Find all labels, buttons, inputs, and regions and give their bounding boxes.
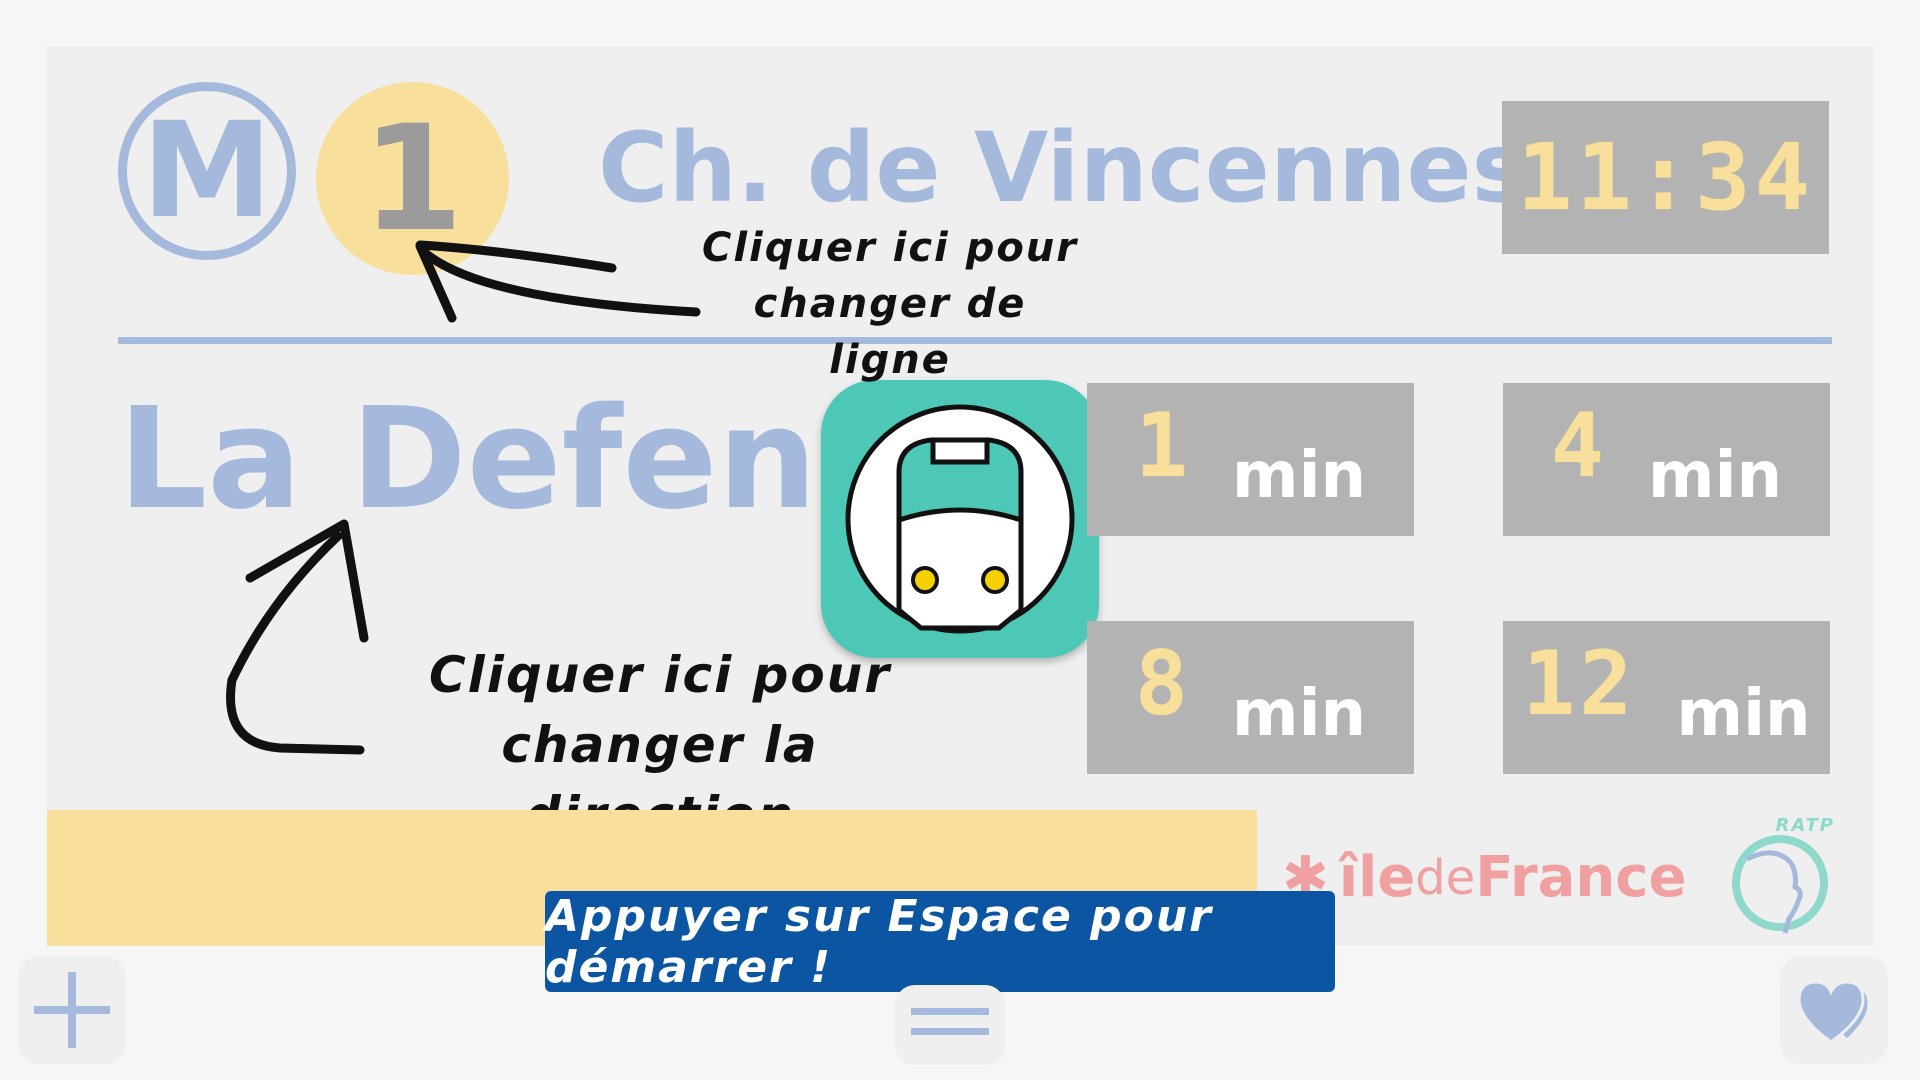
menu-button[interactable] (895, 985, 1005, 1065)
line-selector-button[interactable]: 1 (316, 82, 509, 275)
departure-minutes: 1 (1134, 393, 1192, 497)
start-banner[interactable]: Appuyer sur Espace pour démarrer ! (545, 891, 1335, 993)
departure-unit: min (1231, 677, 1367, 751)
line-hint-text: Cliquer ici pour (701, 225, 1079, 271)
departure-box: 12 min (1503, 621, 1830, 774)
ratp-logo: RATP (1725, 815, 1835, 940)
station-name: Ch. de Vincennes (598, 112, 1529, 224)
departure-box: 4 min (1503, 383, 1830, 536)
logo-text: France (1475, 845, 1687, 910)
departure-unit: min (1676, 677, 1811, 751)
departure-unit: min (1647, 439, 1783, 513)
hearts-icon (1797, 980, 1871, 1044)
clock-time: 11:34 (1517, 123, 1814, 231)
direction-hint-text: Cliquer ici pour (428, 646, 892, 704)
train-icon (821, 380, 1099, 658)
departure-unit: min (1231, 439, 1367, 513)
departure-minutes: 4 (1550, 393, 1608, 497)
favorites-button[interactable] (1780, 956, 1888, 1064)
line-hint: Cliquer ici pour changer de ligne (700, 220, 1080, 388)
iledefrance-logo: ✱ île de France (1282, 848, 1686, 908)
departure-minutes: 8 (1134, 631, 1192, 735)
metro-logo: M (118, 82, 296, 260)
departure-box: 8 min (1087, 621, 1414, 774)
departure-box: 1 min (1087, 383, 1414, 536)
hamburger-icon (911, 1008, 989, 1035)
logo-text: île (1338, 845, 1416, 910)
logo-text: de (1415, 850, 1476, 906)
add-button[interactable] (18, 956, 126, 1064)
ratp-logo-text: RATP (1775, 815, 1835, 836)
app-screen: M 1 Ch. de Vincennes 11:34 La Defense 1 … (0, 0, 1920, 1080)
clock-display: 11:34 (1502, 101, 1829, 254)
departure-minutes: 12 (1522, 631, 1637, 735)
plus-icon (34, 972, 110, 1048)
line-hint-text: changer de ligne (753, 281, 1027, 383)
